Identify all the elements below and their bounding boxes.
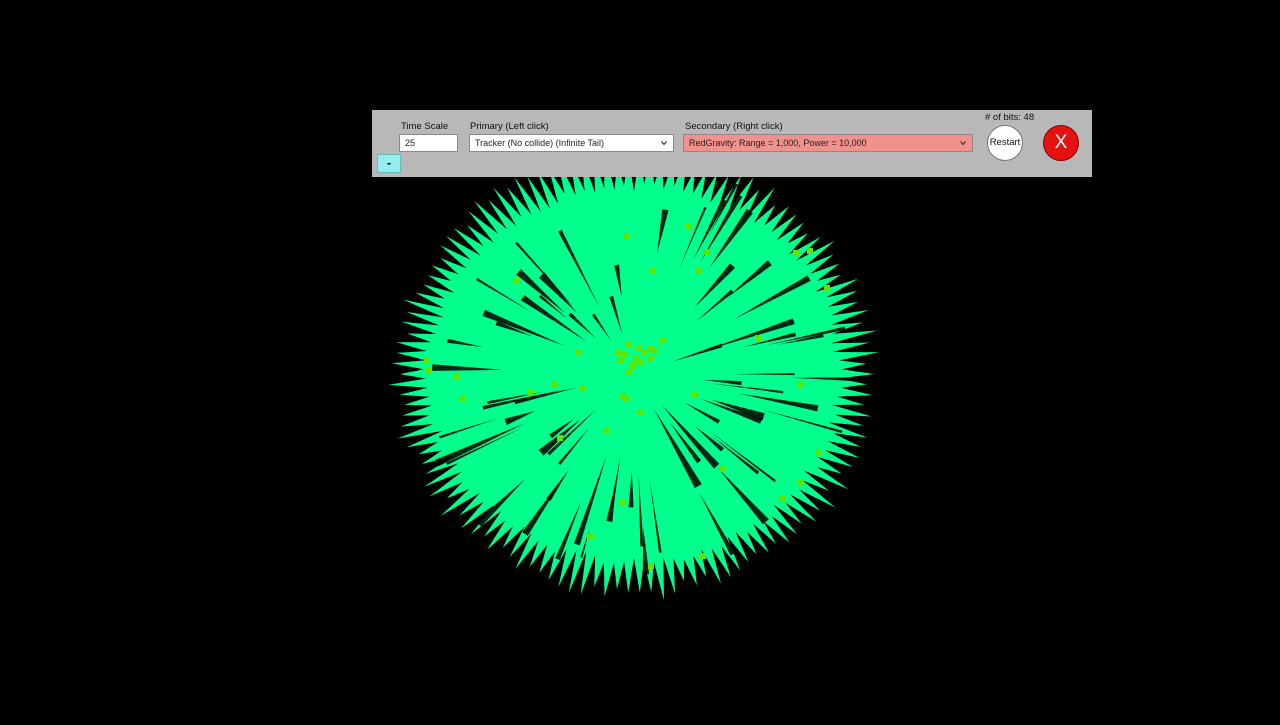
bit (527, 389, 533, 395)
bit (459, 395, 465, 401)
bit (649, 268, 655, 274)
bit (793, 250, 799, 256)
bit (425, 368, 431, 374)
bit (719, 466, 725, 472)
bit (642, 349, 648, 355)
bit (700, 553, 706, 559)
toolbar: Time Scale Primary (Left click) Tracker … (372, 110, 1092, 177)
time-scale-input[interactable] (399, 134, 458, 152)
bit (660, 337, 666, 343)
bit (587, 534, 593, 540)
bit (453, 373, 459, 379)
bit (603, 427, 609, 433)
bit (620, 500, 626, 506)
bit (623, 396, 629, 402)
close-icon: X (1054, 132, 1068, 153)
bit (637, 409, 643, 415)
bit (615, 349, 621, 355)
bit (630, 363, 636, 369)
bit (557, 435, 563, 441)
secondary-dropdown[interactable]: RedGravity: Range = 1,000, Power = 10,00… (683, 134, 973, 152)
bit (625, 370, 631, 376)
bit (552, 381, 558, 387)
bit (513, 278, 519, 284)
chevron-down-icon (661, 141, 667, 146)
bit (648, 563, 654, 569)
primary-dropdown[interactable]: Tracker (No collide) (Infinite Tail) (469, 134, 674, 152)
bit (816, 450, 822, 456)
bit (424, 357, 430, 363)
secondary-dropdown-value: RedGravity: Range = 1,000, Power = 10,00… (689, 138, 867, 148)
bit (623, 233, 629, 239)
bit (807, 248, 813, 254)
bit (617, 357, 623, 363)
bit (797, 479, 803, 485)
bit (651, 348, 657, 354)
bit-count: # of bits: 48 (985, 112, 1035, 123)
restart-button[interactable]: Restart (987, 125, 1023, 161)
bit (638, 359, 644, 365)
bit (798, 381, 804, 387)
chevron-down-icon (960, 141, 966, 146)
swarm-body (388, 149, 879, 600)
game-canvas[interactable] (0, 0, 1280, 720)
bit (686, 223, 692, 229)
time-scale-label: Time Scale (401, 121, 449, 132)
bit (755, 335, 761, 341)
bit (626, 342, 632, 348)
primary-label: Primary (Left click) (470, 121, 549, 132)
bit (696, 268, 702, 274)
bit (636, 346, 642, 352)
bit (779, 496, 785, 502)
particle-swarm (388, 149, 879, 600)
bit (648, 356, 654, 362)
collapse-toolbar-button[interactable]: - (377, 154, 401, 173)
secondary-label: Secondary (Right click) (685, 121, 783, 132)
primary-dropdown-value: Tracker (No collide) (Infinite Tail) (475, 138, 605, 148)
bit (579, 386, 585, 392)
bit (704, 249, 710, 255)
close-button[interactable]: X (1043, 125, 1079, 161)
bit (692, 391, 698, 397)
bit (824, 285, 830, 291)
bit (576, 349, 582, 355)
